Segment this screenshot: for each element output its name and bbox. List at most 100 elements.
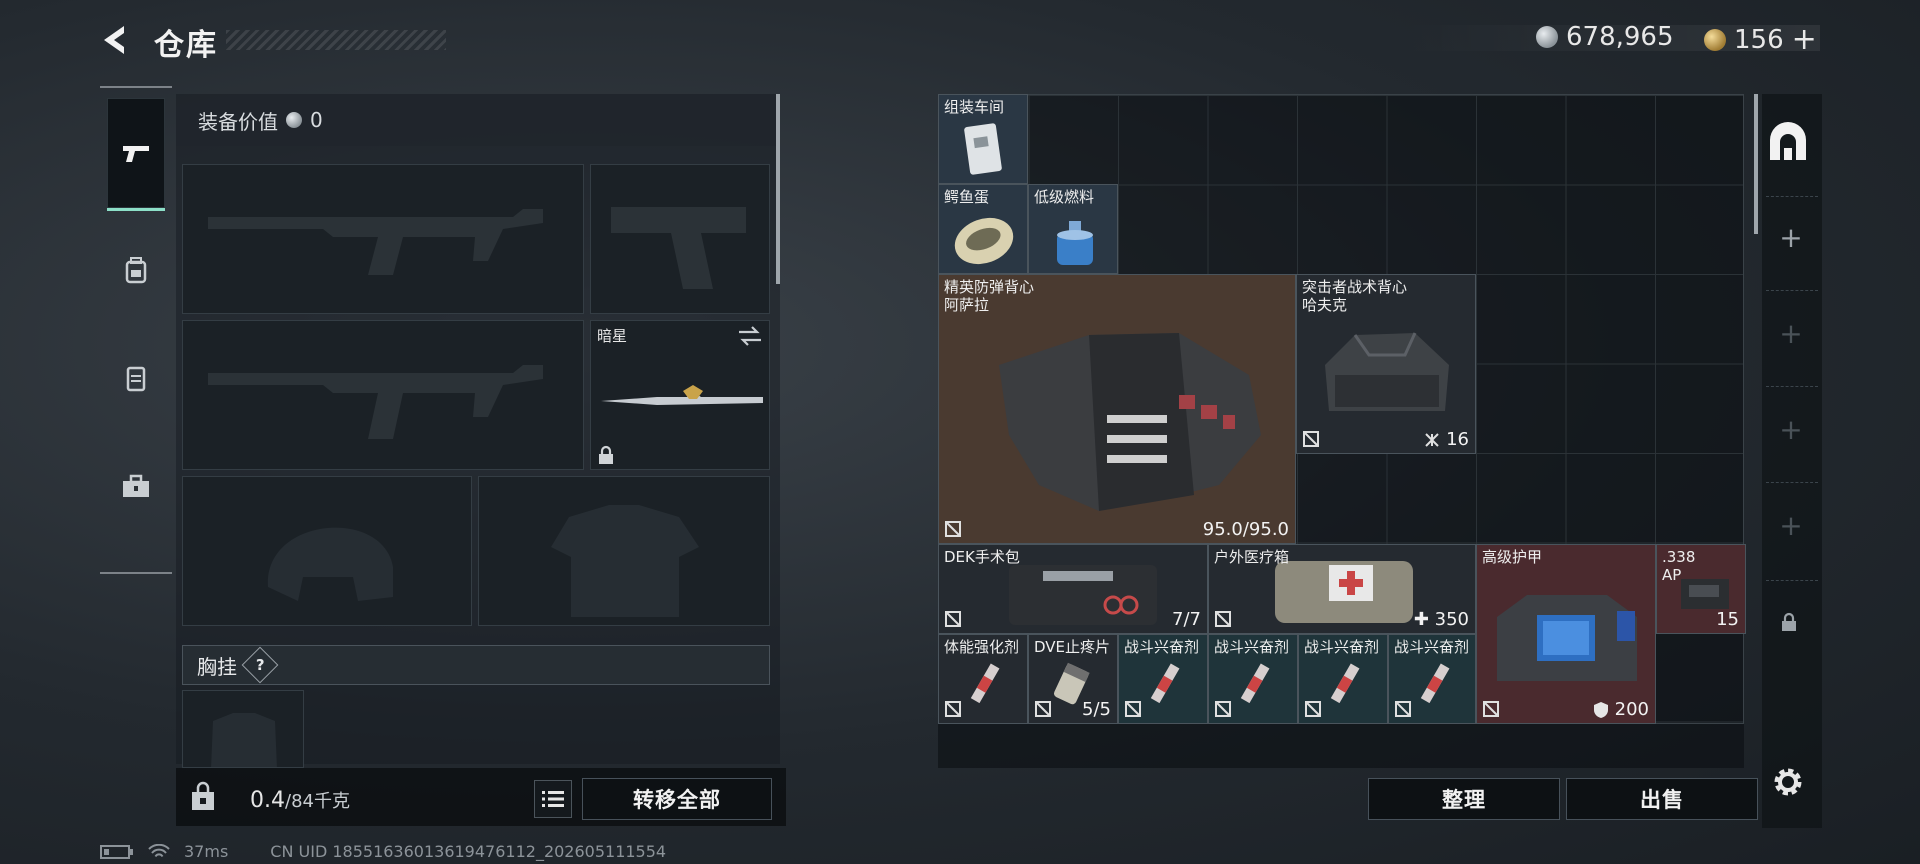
no-insure-icon: [1305, 701, 1321, 717]
chest-rig-header: 胸挂 ?: [182, 645, 770, 685]
add-page-button[interactable]: +: [1776, 509, 1806, 542]
settings-gear-icon[interactable]: [1770, 764, 1806, 800]
add-currency-button[interactable]: +: [1792, 22, 1817, 57]
stash-page-icon[interactable]: [1766, 120, 1810, 164]
no-insure-icon: [945, 611, 961, 627]
swap-icon[interactable]: [737, 325, 763, 347]
stash-item[interactable]: 战斗兴奋剂: [1208, 634, 1298, 724]
armor-slot[interactable]: [478, 476, 770, 626]
helmet-silhouette-icon: [267, 527, 393, 601]
item-name: 战斗兴奋剂: [1124, 638, 1200, 656]
fuel-can-icon: [1057, 221, 1093, 265]
no-insure-icon: [945, 521, 961, 537]
no-insure-icon: [1483, 701, 1499, 717]
stash-item[interactable]: 突击者战术背心 哈夫克 16: [1296, 274, 1476, 454]
tab-toolbox[interactable]: [107, 432, 165, 542]
transfer-all-button[interactable]: 转移全部: [582, 778, 772, 820]
stash-item[interactable]: 战斗兴奋剂: [1118, 634, 1208, 724]
stash-item[interactable]: 低级燃料: [1028, 184, 1118, 274]
armor-vest-icon: [999, 333, 1261, 511]
stash-item[interactable]: .338 AP 15: [1656, 544, 1746, 634]
chest-rig-slot[interactable]: [182, 690, 304, 768]
heal-plus-icon: ✚: [1413, 609, 1429, 630]
item-name: 户外医疗箱: [1214, 548, 1290, 566]
no-insure-icon: [945, 701, 961, 717]
no-insure-icon: [1035, 701, 1051, 717]
item-name: DVE止疼片: [1034, 638, 1111, 656]
no-insure-icon: [1125, 701, 1141, 717]
item-name: 鳄鱼蛋: [944, 188, 990, 206]
pistol-icon: [123, 146, 149, 162]
pistol-silhouette-icon: [611, 207, 746, 289]
no-insure-icon: [1303, 431, 1319, 447]
item-name: 高级护甲: [1482, 548, 1543, 566]
item-name: 体能强化剂: [944, 638, 1020, 656]
stash-item[interactable]: 鳄鱼蛋: [938, 184, 1028, 274]
sort-button[interactable]: 整理: [1368, 778, 1560, 820]
add-page-button[interactable]: +: [1776, 221, 1806, 254]
divider: [1766, 196, 1818, 197]
add-page-button[interactable]: +: [1776, 317, 1806, 350]
syringe-icon: [1150, 663, 1180, 704]
add-page-button[interactable]: +: [1776, 413, 1806, 446]
rifle-silhouette-icon: [208, 209, 543, 275]
equipment-value: 0: [310, 108, 323, 132]
loadout-scrollbar[interactable]: [776, 94, 780, 284]
silver-coin-icon: [1536, 26, 1558, 48]
currency-gold: 156 +: [1704, 22, 1817, 57]
stash-scrollbar[interactable]: [1754, 94, 1758, 234]
syringe-icon: [1330, 663, 1360, 704]
melee-slot[interactable]: 暗星: [590, 320, 770, 470]
lock-icon: [1782, 612, 1796, 631]
equipment-value-bar: 装备价值 0: [176, 94, 780, 146]
tab-weapons[interactable]: [107, 98, 165, 211]
item-name: .338 AP: [1662, 548, 1696, 584]
sell-button[interactable]: 出售: [1566, 778, 1758, 820]
divider: [1766, 386, 1818, 387]
stash-item[interactable]: 战斗兴奋剂: [1388, 634, 1476, 724]
wifi-icon: [148, 843, 170, 857]
stash-item[interactable]: 高级护甲 200: [1476, 544, 1656, 724]
no-insure-icon: [1395, 701, 1411, 717]
armor-bag-icon: [1497, 595, 1637, 681]
stash-item[interactable]: 战斗兴奋剂: [1298, 634, 1388, 724]
medkit-icon: [1275, 561, 1413, 623]
help-icon[interactable]: ?: [241, 646, 279, 684]
melee-name: 暗星: [597, 327, 628, 345]
item-name: 战斗兴奋剂: [1214, 638, 1290, 656]
item-name: 战斗兴奋剂: [1304, 638, 1380, 656]
list-icon: [542, 791, 564, 807]
primary-weapon-slot[interactable]: [182, 164, 584, 314]
chest-rig-silhouette-icon: [211, 713, 277, 767]
list-view-button[interactable]: [534, 780, 572, 818]
card-icon: [964, 123, 1002, 175]
ping: 37ms: [184, 842, 229, 861]
sidearm-slot[interactable]: [590, 164, 770, 314]
stash-item[interactable]: DVE止疼片 5/5: [1028, 634, 1118, 724]
stash-item[interactable]: 体能强化剂: [938, 634, 1028, 724]
item-armor-value: 200: [1614, 699, 1649, 720]
no-insure-icon: [1215, 611, 1231, 627]
chest-rig-label: 胸挂: [197, 654, 237, 679]
backpack-icon: [125, 257, 147, 284]
back-arrow-icon[interactable]: [96, 20, 136, 60]
stash-item[interactable]: DEK手术包 7/7: [938, 544, 1208, 634]
syringe-icon: [1420, 663, 1450, 704]
tab-backpack[interactable]: [107, 216, 165, 326]
page-title: 仓库: [154, 28, 218, 63]
stash-item[interactable]: 组装车间: [938, 94, 1028, 184]
stash-item[interactable]: 精英防弹背心 阿萨拉 95.0/95.0: [938, 274, 1296, 544]
silver-amount: 678,965: [1566, 22, 1674, 52]
weight-icon: [192, 781, 214, 810]
egg-icon: [954, 217, 1014, 265]
syringe-icon: [1240, 663, 1270, 704]
item-name: 组装车间: [944, 98, 1005, 116]
status-bar: 37ms CN UID 18551636013619476112_2026051…: [100, 842, 666, 861]
secondary-weapon-slot[interactable]: [182, 320, 584, 470]
stash-item[interactable]: 户外医疗箱 ✚ 350: [1208, 544, 1476, 634]
divider: [1766, 290, 1818, 291]
tab-vest[interactable]: [107, 324, 165, 434]
gold-amount: 156: [1734, 24, 1784, 55]
title-decoration: [226, 30, 446, 50]
helmet-slot[interactable]: [182, 476, 472, 626]
